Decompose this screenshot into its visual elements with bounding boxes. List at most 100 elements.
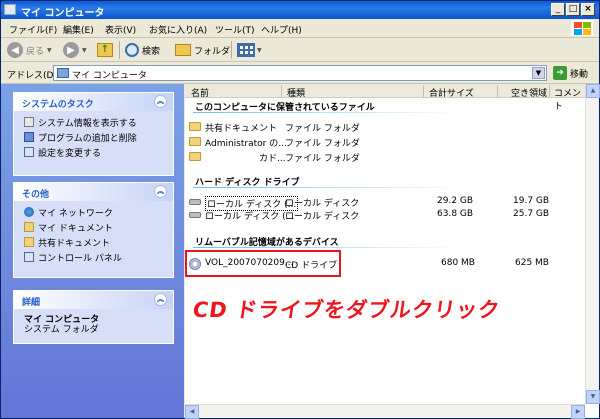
horizontal-scrollbar[interactable]: ◀ ▶ <box>185 404 585 419</box>
group-divider <box>193 247 463 248</box>
title-bar[interactable]: マイ コンピュータ _ □ × <box>1 1 599 19</box>
column-free-space[interactable]: 空き領域 <box>511 86 547 99</box>
go-button[interactable]: ➜ 移動 <box>553 66 588 80</box>
up-folder-button[interactable]: ↑ <box>97 41 113 59</box>
menu-tools[interactable]: ツール(T) <box>215 23 255 36</box>
task-label: システム情報を表示する <box>38 118 137 129</box>
task-change-setting[interactable]: 設定を変更する <box>24 146 173 159</box>
group-divider <box>193 112 463 113</box>
task-add-remove-programs[interactable]: プログラムの追加と削除 <box>24 131 173 144</box>
documents-folder-icon <box>24 222 34 232</box>
explorer-window: マイ コンピュータ _ □ × ファイル(F) 編集(E) 表示(V) お気に入… <box>0 0 600 419</box>
my-computer-icon <box>57 68 69 78</box>
task-view-system-info[interactable]: システム情報を表示する <box>24 116 173 129</box>
column-divider[interactable] <box>497 85 498 97</box>
column-type[interactable]: 種類 <box>287 86 305 99</box>
up-folder-icon: ↑ <box>97 43 113 57</box>
system-info-icon <box>24 117 34 127</box>
menu-view[interactable]: 表示(V) <box>105 23 136 36</box>
column-divider[interactable] <box>281 85 282 97</box>
my-computer-icon <box>4 4 16 15</box>
window-title: マイ コンピュータ <box>21 8 105 19</box>
views-button[interactable]: ▼ <box>237 41 262 59</box>
list-item[interactable]: カド... ファイル フォルダ <box>189 151 389 164</box>
minimize-button[interactable]: _ <box>551 3 565 16</box>
column-divider[interactable] <box>549 85 550 97</box>
chevron-down-icon: ▼ <box>257 46 262 54</box>
place-shared-documents[interactable]: 共有ドキュメント <box>24 236 173 249</box>
collapse-chevron-icon[interactable]: ︽ <box>154 95 167 108</box>
task-label: 設定を変更する <box>38 148 102 159</box>
close-button[interactable]: × <box>581 3 595 16</box>
forward-button[interactable]: ▶ ▼ <box>63 41 87 59</box>
menu-favorites[interactable]: お気に入り(A) <box>149 23 207 36</box>
system-tasks-header[interactable]: システムのタスク ︽ <box>14 93 173 111</box>
scroll-right-button[interactable]: ▶ <box>571 405 585 419</box>
list-item[interactable]: ローカル ディスク (... ローカル ディスク 63.8 GB 25.7 GB <box>189 209 559 222</box>
vertical-scrollbar[interactable]: ▲ ▼ <box>585 84 600 404</box>
folder-icon <box>175 44 191 56</box>
place-my-network[interactable]: マイ ネットワーク <box>24 206 173 219</box>
item-name: カド... <box>259 154 286 164</box>
column-name[interactable]: 名前 <box>191 86 209 99</box>
instruction-annotation: CD ドライブをダブルクリック <box>191 298 502 322</box>
folder-icon <box>189 137 201 146</box>
column-total-size[interactable]: 合計サイズ <box>429 86 474 99</box>
cd-drive-highlight <box>185 250 341 277</box>
scroll-down-button[interactable]: ▼ <box>586 390 600 404</box>
go-arrow-icon: ➜ <box>553 66 567 80</box>
windows-logo-icon <box>571 20 593 36</box>
chevron-down-icon: ▼ <box>82 46 87 54</box>
item-free-space: 25.7 GB <box>513 209 550 219</box>
item-name: ローカル ディスク (... <box>205 212 295 222</box>
place-label: マイ ネットワーク <box>38 208 113 219</box>
search-button[interactable]: 検索 <box>125 41 160 59</box>
collapse-chevron-icon[interactable]: ︽ <box>154 185 167 198</box>
add-remove-programs-icon <box>24 132 34 142</box>
scroll-left-button[interactable]: ◀ <box>185 405 199 419</box>
item-type: ローカル ディスク <box>285 199 360 209</box>
place-control-panel[interactable]: コントロール パネル <box>24 251 173 264</box>
list-item[interactable]: ローカル ディスク (... ローカル ディスク 29.2 GB 19.7 GB <box>189 196 559 211</box>
column-header-bar: 名前 種類 合計サイズ 空き領域 コメント <box>185 84 585 112</box>
address-bar: アドレス(D) マイ コンピュータ ▼ ➜ 移動 <box>1 62 599 84</box>
menu-file[interactable]: ファイル(F) <box>9 23 57 36</box>
other-places-header[interactable]: その他 ︽ <box>14 183 173 201</box>
hard-disk-icon <box>189 212 201 218</box>
list-item[interactable]: 共有ドキュメント ファイル フォルダ <box>189 121 389 134</box>
details-title: 詳細 <box>22 298 41 308</box>
column-divider[interactable] <box>423 85 424 97</box>
control-panel-icon <box>24 147 34 157</box>
item-free-space: 19.7 GB <box>513 196 550 206</box>
collapse-chevron-icon[interactable]: ︽ <box>154 293 167 306</box>
address-dropdown-button[interactable]: ▼ <box>532 67 545 79</box>
file-list-pane: 名前 種類 合計サイズ 空き領域 コメント このコンピュータに保管されているファ… <box>185 84 600 419</box>
folders-button[interactable]: フォルダ <box>175 41 230 59</box>
menu-edit[interactable]: 編集(E) <box>63 23 94 36</box>
item-name: Administrator の... <box>205 139 287 149</box>
maximize-button[interactable]: □ <box>566 3 580 16</box>
scroll-up-button[interactable]: ▲ <box>586 84 600 98</box>
folder-icon <box>189 122 201 131</box>
place-my-documents[interactable]: マイ ドキュメント <box>24 221 173 234</box>
list-item[interactable]: Administrator の... ファイル フォルダ <box>189 136 389 149</box>
toolbar-divider <box>231 41 232 59</box>
details-panel: 詳細 ︽ マイ コンピュータ システム フォルダ <box>13 290 174 344</box>
menu-bar: ファイル(F) 編集(E) 表示(V) お気に入り(A) ツール(T) ヘルプ(… <box>1 19 599 38</box>
column-comment[interactable]: コメント <box>554 86 585 112</box>
item-name: 共有ドキュメント <box>205 124 278 134</box>
back-button[interactable]: ◀ 戻る ▼ <box>7 41 52 59</box>
item-free-space: 625 MB <box>515 258 549 268</box>
chevron-down-icon: ▼ <box>47 46 52 54</box>
system-tasks-panel: システムのタスク ︽ システム情報を表示する プログラムの追加と削除 設定を変更… <box>13 92 174 176</box>
menu-help[interactable]: ヘルプ(H) <box>261 23 302 36</box>
place-label: 共有ドキュメント <box>38 238 111 249</box>
item-type: ファイル フォルダ <box>285 124 360 134</box>
hard-disk-icon <box>189 199 201 205</box>
address-input[interactable]: マイ コンピュータ ▼ <box>53 65 547 81</box>
details-header[interactable]: 詳細 ︽ <box>14 291 173 309</box>
toolbar: ◀ 戻る ▼ ▶ ▼ ↑ 検索 フォルダ ▼ <box>1 38 599 62</box>
task-label: プログラムの追加と削除 <box>38 133 137 144</box>
address-value: マイ コンピュータ <box>72 71 147 81</box>
group-divider <box>193 187 463 188</box>
